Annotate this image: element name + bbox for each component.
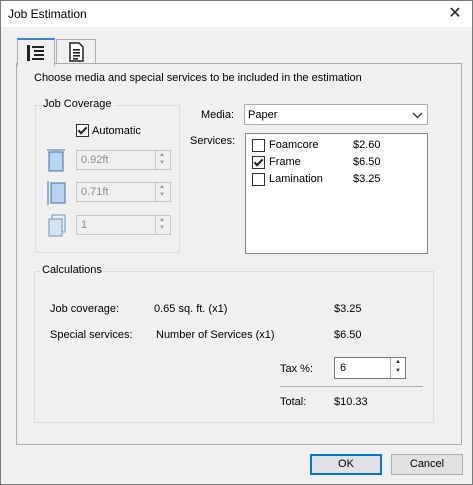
list-item[interactable]: Foamcore $2.60 [246, 136, 427, 153]
height-field[interactable]: 0.71ft ▲ ▼ [76, 182, 171, 202]
job-estimation-dialog: Job Estimation ✕ Choose media and specia… [0, 0, 473, 485]
special-services-label: Special services: [50, 329, 133, 341]
instructions-text: Choose media and special services to be … [34, 72, 362, 84]
tab-details[interactable] [56, 39, 96, 64]
service-price: $3.25 [353, 173, 381, 185]
copies-field[interactable]: 1 ▲ ▼ [76, 215, 171, 235]
tax-spinner[interactable]: ▲ ▼ [390, 358, 406, 378]
job-coverage-title: Job Coverage [41, 98, 114, 110]
page-width-icon [47, 149, 65, 172]
chevron-down-icon [412, 112, 423, 119]
service-checkbox[interactable] [252, 173, 265, 186]
width-field[interactable]: 0.92ft ▲ ▼ [76, 150, 171, 170]
service-price: $2.60 [353, 139, 381, 151]
service-price: $6.50 [353, 156, 381, 168]
ok-button[interactable]: OK [310, 454, 382, 475]
height-spinner[interactable]: ▲ ▼ [155, 183, 170, 201]
spin-down-icon[interactable]: ▼ [395, 368, 401, 374]
page-height-icon [47, 181, 66, 205]
title-bar: Job Estimation ✕ [1, 1, 472, 27]
job-coverage-calc-detail: 0.65 sq. ft. (x1) [154, 303, 228, 315]
media-label: Media: [201, 109, 235, 121]
tax-value: 6 [340, 362, 347, 374]
total-label: Total: [280, 396, 307, 408]
calculations-group [34, 271, 434, 423]
media-selected: Paper [248, 109, 278, 121]
tab-settings[interactable] [17, 38, 55, 66]
list-item[interactable]: Frame $6.50 [246, 153, 427, 170]
job-coverage-calc-label: Job coverage: [50, 303, 120, 315]
list-item[interactable]: Lamination $3.25 [246, 170, 427, 187]
automatic-checkbox[interactable] [76, 124, 89, 137]
copies-icon [48, 214, 66, 237]
width-spinner[interactable]: ▲ ▼ [155, 151, 170, 169]
window-title: Job Estimation [8, 7, 87, 21]
cancel-button[interactable]: Cancel [391, 454, 463, 475]
service-checkbox[interactable] [252, 156, 265, 169]
service-name: Lamination [269, 173, 323, 185]
service-name: Foamcore [269, 139, 319, 151]
list-settings-icon [27, 45, 44, 61]
services-label: Services: [190, 135, 236, 147]
services-list: Foamcore $2.60 Frame $6.50 Lamination $3… [245, 133, 428, 254]
service-checkbox[interactable] [252, 139, 265, 152]
total-divider [280, 386, 423, 387]
tax-label: Tax %: [280, 363, 314, 375]
close-icon[interactable]: ✕ [441, 3, 469, 25]
special-services-amount: $6.50 [334, 329, 362, 341]
media-select[interactable]: Paper [244, 104, 428, 125]
spin-up-icon[interactable]: ▲ [395, 359, 401, 365]
job-coverage-calc-amount: $3.25 [334, 303, 362, 315]
tax-input[interactable]: 6 ▲ ▼ [334, 357, 406, 379]
service-name: Frame [269, 156, 301, 168]
calculations-title: Calculations [40, 264, 104, 276]
special-services-detail: Number of Services (x1) [156, 329, 275, 341]
document-list-icon [69, 42, 84, 62]
total-amount: $10.33 [334, 396, 368, 408]
copies-spinner[interactable]: ▲ ▼ [155, 216, 170, 234]
automatic-label: Automatic [92, 125, 141, 137]
